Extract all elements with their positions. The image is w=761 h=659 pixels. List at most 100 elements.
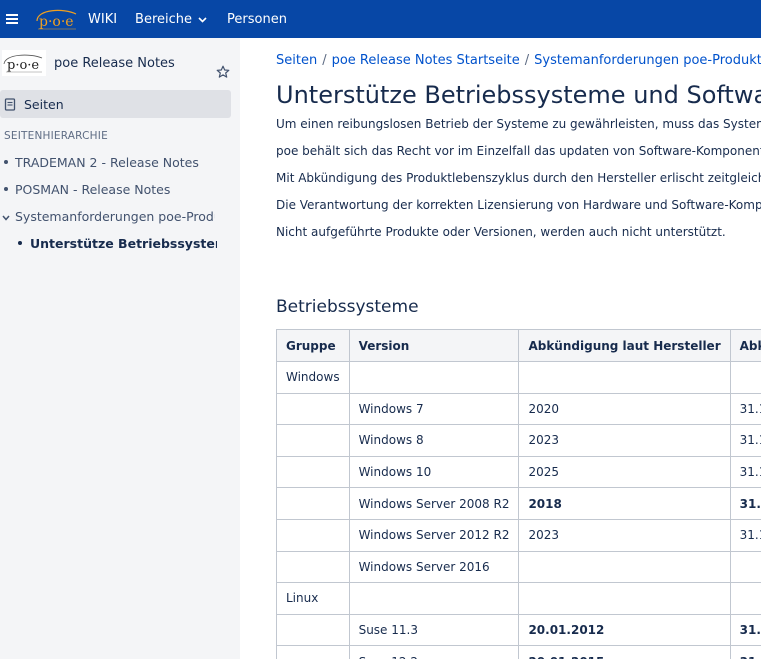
- table-cell: [276, 424, 350, 457]
- page-title: Unterstütze Betriebssysteme und Software…: [276, 81, 761, 109]
- table-cell: 31.12.2025: [729, 455, 761, 489]
- table-cell: 2025: [518, 455, 731, 489]
- table-cell: Windows 7: [348, 392, 520, 426]
- bullet-icon: [4, 187, 8, 191]
- chevron-down-icon: [198, 12, 207, 27]
- tree-item-label: Unterstütze Betriebssysteme und Software…: [30, 235, 217, 251]
- table-cell: 2020: [518, 392, 731, 426]
- table-cell: 31.12.2023: [729, 518, 761, 552]
- tree-item-systemanforderungen[interactable]: Systemanforderungen poe-Produkte: [0, 205, 215, 227]
- intro-paragraph-1: Um einen reibungslosen Betrieb der Syste…: [276, 117, 761, 131]
- column-header-abkuendigung-poe: Abkündigung poe: [729, 329, 761, 362]
- table-cell: 31.12.2023: [729, 424, 761, 457]
- column-header-abkuendigung-hersteller: Abkündigung laut Hersteller: [518, 329, 731, 362]
- table-cell: [276, 645, 350, 659]
- intro-paragraph-4: Die Verantwortung der korrekten Lizensie…: [276, 198, 761, 212]
- breadcrumb-systemanforderungen[interactable]: Systemanforderungen poe-Produkte: [534, 53, 761, 68]
- breadcrumb-separator: /: [524, 53, 530, 68]
- breadcrumb-startseite[interactable]: poe Release Notes Startseite: [332, 53, 520, 68]
- table-cell: 2018: [518, 487, 731, 520]
- page-icon: [4, 97, 16, 111]
- table-cell: 20.01.2015: [518, 645, 731, 659]
- table-row: Windows Server 2012 R2202331.12.2023: [276, 518, 761, 552]
- table-cell: [518, 582, 731, 615]
- table-cell: 31.12.2018: [729, 487, 761, 520]
- table-cell: [276, 550, 350, 584]
- tree-item-trademan[interactable]: TRADEMAN 2 - Release Notes: [0, 151, 240, 173]
- table-row: Suse 11.320.01.201231.12.2012: [276, 613, 761, 647]
- table-cell: Suse 11.3: [348, 613, 520, 647]
- sidebar: p·o·e poe Release Notes Seiten SEITENHIE…: [0, 38, 240, 659]
- table-row: Windows Server 2008 R2201831.12.2018: [276, 487, 761, 520]
- poe-logo[interactable]: p·o·e: [34, 6, 80, 32]
- table-cell: Linux: [276, 582, 350, 615]
- table-row: Linux: [276, 582, 761, 615]
- table-cell: 31.12.2020: [729, 392, 761, 426]
- column-header-version: Version: [348, 329, 520, 362]
- svg-text:p·o·e: p·o·e: [39, 14, 74, 30]
- table-row: Windows 10202531.12.2025: [276, 455, 761, 489]
- table-header-row: Gruppe Version Abkündigung laut Herstell…: [276, 329, 761, 362]
- table-cell: Windows Server 2016: [348, 550, 520, 584]
- chevron-down-icon[interactable]: [1, 211, 11, 221]
- hamburger-menu-icon[interactable]: [2, 0, 22, 38]
- svg-text:p·o·e: p·o·e: [7, 58, 39, 73]
- tree-item-label: POSMAN - Release Notes: [15, 181, 171, 197]
- main-content: Seiten / poe Release Notes Startseite / Syst…: [240, 38, 761, 659]
- table-cell: 31.12.2015: [729, 645, 761, 659]
- table-cell: [276, 613, 350, 647]
- intro-paragraph-5: Nicht aufgeführte Produkte oder Versione…: [276, 225, 726, 239]
- table-cell: Windows: [276, 361, 350, 394]
- table-cell: 2023: [518, 518, 731, 552]
- table-cell: [518, 550, 731, 584]
- tree-item-current-page[interactable]: Unterstütze Betriebssysteme und Software…: [0, 232, 217, 254]
- space-header[interactable]: p·o·e poe Release Notes: [2, 48, 238, 78]
- table-cell: Windows Server 2012 R2: [348, 518, 520, 552]
- table-cell: [276, 455, 350, 489]
- table-row: Windows Server 2016: [276, 550, 761, 584]
- page-hierarchy-heading: SEITENHIERARCHIE: [4, 130, 108, 142]
- breadcrumb-separator: /: [322, 53, 327, 68]
- sidebar-item-pages-label: Seiten: [24, 96, 64, 112]
- intro-paragraph-3: Mit Abkündigung des Produktlebenszyklus …: [276, 171, 761, 185]
- bereiche-label: Bereiche: [135, 11, 193, 27]
- section-heading-betriebssysteme: Betriebssysteme: [276, 297, 419, 317]
- table-cell: [729, 361, 761, 394]
- breadcrumb-seiten[interactable]: Seiten: [276, 53, 317, 68]
- table-row: Windows 8202331.12.2023: [276, 424, 761, 457]
- space-logo: p·o·e: [2, 50, 46, 76]
- space-title: poe Release Notes: [54, 55, 175, 71]
- os-support-table: Gruppe Version Abkündigung laut Herstell…: [276, 329, 761, 659]
- table-body: WindowsWindows 7202031.12.2020Windows 82…: [276, 361, 761, 659]
- table-cell: 2023: [518, 424, 731, 457]
- table-cell: Windows 8: [348, 424, 520, 457]
- column-header-gruppe: Gruppe: [276, 329, 350, 362]
- breadcrumb: Seiten / poe Release Notes Startseite / Syst…: [276, 53, 761, 68]
- personen-link[interactable]: Personen: [227, 12, 287, 27]
- wiki-link[interactable]: WIKI: [88, 12, 117, 27]
- tree-item-label: TRADEMAN 2 - Release Notes: [15, 154, 199, 170]
- tree-item-label: Systemanforderungen poe-Produkte: [15, 208, 215, 224]
- table-cell: Windows 10: [348, 455, 520, 489]
- star-icon[interactable]: [216, 64, 230, 83]
- table-row: Windows: [276, 361, 761, 394]
- table-row: Suse 12.220.01.201531.12.2015: [276, 645, 761, 659]
- sidebar-item-pages[interactable]: Seiten: [0, 90, 231, 118]
- bullet-icon: [4, 160, 8, 164]
- bereiche-dropdown[interactable]: Bereiche: [135, 12, 207, 27]
- table-cell: [276, 518, 350, 552]
- table-cell: [276, 392, 350, 426]
- table-cell: 20.01.2012: [518, 613, 731, 647]
- table-cell: [518, 361, 731, 394]
- table-cell: Suse 12.2: [348, 645, 520, 659]
- tree-item-posman[interactable]: POSMAN - Release Notes: [0, 178, 240, 200]
- bullet-icon: [18, 241, 22, 245]
- table-cell: [348, 582, 520, 615]
- table-cell: [729, 550, 761, 584]
- top-navigation-bar: p·o·e WIKI Bereiche Personen: [0, 0, 761, 38]
- table-cell: [348, 361, 520, 394]
- table-cell: [729, 582, 761, 615]
- table-cell: [276, 487, 350, 520]
- table-cell: 31.12.2012: [729, 613, 761, 647]
- table-row: Windows 7202031.12.2020: [276, 392, 761, 426]
